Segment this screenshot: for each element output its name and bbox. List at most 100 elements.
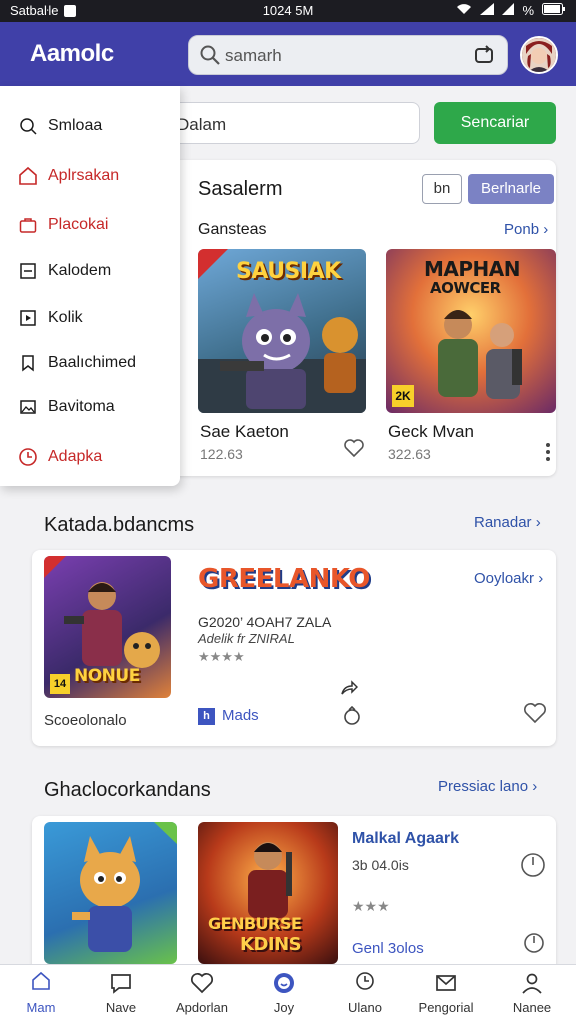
- drawer-item-label: Placokai: [48, 216, 109, 233]
- mail-icon: [433, 971, 459, 997]
- square-dash-icon: [18, 261, 38, 281]
- search-circle-icon: [18, 116, 38, 136]
- section-2-art-badge: 14: [50, 674, 70, 694]
- game-art-1[interactable]: SAUSIAK: [198, 249, 366, 413]
- section-2-art-title: NONUE: [74, 666, 140, 686]
- nav-item-label: Apdorlan: [175, 1000, 229, 1015]
- game-art-2[interactable]: MAPHAN AOWCER 2K: [386, 249, 556, 413]
- nav-item[interactable]: Nanee: [494, 971, 570, 1015]
- section-featured-link[interactable]: Ponb ›: [504, 221, 548, 238]
- drawer-item-label: Kalodem: [48, 262, 112, 279]
- nav-item-label: Nanee: [512, 1000, 552, 1015]
- secondary-search-value: Dalam: [177, 115, 227, 134]
- section-2-link-label: Ranadar: [474, 514, 532, 531]
- status-bar: Satbaŀle 1024 5M %: [0, 0, 576, 22]
- search-bar[interactable]: samarh: [188, 35, 508, 75]
- battery-percent: %: [522, 3, 534, 18]
- nav-item[interactable]: Mam: [3, 971, 79, 1015]
- timer-icon-2[interactable]: [523, 932, 545, 959]
- section-3-link[interactable]: Pressiac lano ›: [438, 778, 537, 795]
- secondary-search-input[interactable]: Dalam: [168, 102, 420, 144]
- timer-icon-1[interactable]: [520, 852, 546, 883]
- app-logo[interactable]: Aamolc: [30, 40, 114, 68]
- drawer-item-label: Adapka: [48, 448, 103, 465]
- square-play-icon: [18, 308, 38, 328]
- section-3-game-art-1[interactable]: [44, 822, 177, 964]
- game-art-2-badge: 2K: [392, 385, 414, 407]
- bookmark-icon: [18, 353, 38, 373]
- wifi-icon: [456, 3, 472, 18]
- app-header: Aamolc samarh: [0, 22, 576, 86]
- image-icon: [18, 397, 38, 417]
- navigation-drawer: Smloaa Aplrsakan Placokai Kalodem Kolik Baalı…: [0, 86, 180, 486]
- game-price-2: 322.63: [388, 446, 431, 462]
- nav-item-label: Ulano: [348, 1000, 382, 1015]
- nav-item-label: Nave: [105, 1000, 137, 1015]
- section-3-game-art-2[interactable]: GENBURSE KDINS: [198, 822, 338, 964]
- drawer-item[interactable]: Smloaa: [0, 106, 180, 146]
- toggle-active-button[interactable]: Berlnarle: [468, 174, 554, 204]
- home-icon: [18, 166, 38, 186]
- tag-icon: h: [198, 708, 215, 725]
- section-3-game-name[interactable]: Malkal Agaark: [352, 830, 459, 848]
- signal-icon: [480, 3, 495, 18]
- more-options-icon[interactable]: [544, 442, 552, 467]
- toggle-plain-button[interactable]: bn: [422, 174, 462, 204]
- game-name-1: Sae Kaeton: [200, 422, 289, 441]
- bookmark-icon[interactable]: [342, 705, 362, 731]
- drawer-item-label: Aplrsakan: [48, 167, 120, 184]
- nav-item[interactable]: Pengorial: [408, 971, 484, 1015]
- section-2-title: Katada.bdancms: [44, 514, 195, 536]
- section-2-line-2: Adelik fr ZNIRAL: [198, 631, 295, 646]
- section-3-art-subtitle: KDINS: [240, 934, 302, 955]
- refresh-icon[interactable]: [473, 44, 495, 71]
- nav-item[interactable]: Joy: [246, 971, 322, 1015]
- drawer-item[interactable]: Bavitoma: [0, 387, 180, 427]
- section-2-logo-title: GREELANKO: [198, 564, 370, 594]
- game-art-2-subtitle: AOWCER: [430, 279, 501, 297]
- section-2-card-link-label: Ooyloakr: [474, 570, 535, 587]
- drawer-item-label: Baalıchimed: [48, 354, 137, 371]
- section-featured-subtitle: Gansteas: [198, 221, 267, 238]
- search-input[interactable]: samarh: [225, 46, 282, 66]
- nav-item[interactable]: Nave: [83, 971, 159, 1015]
- section-2-link[interactable]: Ranadar ›: [474, 514, 541, 531]
- search-submit-button[interactable]: Sencariar: [434, 102, 556, 144]
- clock-icon: [352, 971, 378, 997]
- section-2-stars: ★★★★: [198, 649, 245, 664]
- share-icon[interactable]: [340, 680, 359, 701]
- game-art-2-title: MAPHAN: [424, 257, 521, 281]
- section-2-game-art[interactable]: NONUE 14: [44, 556, 171, 698]
- drawer-item[interactable]: Placokai: [0, 205, 180, 245]
- favorite-icon-1[interactable]: [344, 438, 364, 463]
- section-featured-link-label: Ponb: [504, 221, 540, 238]
- game-price-1: 122.63: [200, 446, 243, 462]
- favorite-icon-3[interactable]: [524, 702, 546, 729]
- drawer-item[interactable]: Aplrsakan: [0, 156, 180, 196]
- status-time: 1024 5M: [262, 3, 314, 18]
- section-3-tag[interactable]: Genl 3olos: [352, 940, 424, 957]
- drawer-item-label: Bavitoma: [48, 398, 115, 415]
- nav-item[interactable]: Ulano: [327, 971, 403, 1015]
- section-3-art-title: GENBURSE: [208, 914, 302, 933]
- nav-item-label: Joy: [273, 1000, 295, 1015]
- nav-item-label: Mam: [26, 1000, 56, 1015]
- nav-item[interactable]: Apdorlan: [164, 971, 240, 1015]
- drawer-item-label: Smloaa: [48, 117, 103, 134]
- section-2-card-link[interactable]: Ooyloakr ›: [474, 570, 543, 587]
- chat-icon: [108, 971, 134, 997]
- drawer-item-label: Kolik: [48, 309, 83, 326]
- avatar[interactable]: [520, 36, 558, 74]
- game-name-2: Geck Mvan: [388, 422, 474, 441]
- section-3-stars: ★★★: [352, 898, 390, 914]
- drawer-item[interactable]: Kalodem: [0, 251, 180, 291]
- battery-icon: [542, 3, 566, 18]
- section-3-date: 3b 04.0is: [352, 857, 409, 873]
- section-2-tag[interactable]: Mads: [222, 707, 259, 724]
- heart-icon: [189, 971, 215, 997]
- drawer-item[interactable]: Adapka: [0, 437, 180, 477]
- search-icon: [199, 44, 221, 71]
- drawer-item[interactable]: Kolik: [0, 298, 180, 338]
- game-art-1-title: SAUSIAK: [236, 259, 341, 284]
- drawer-item[interactable]: Baalıchimed: [0, 343, 180, 383]
